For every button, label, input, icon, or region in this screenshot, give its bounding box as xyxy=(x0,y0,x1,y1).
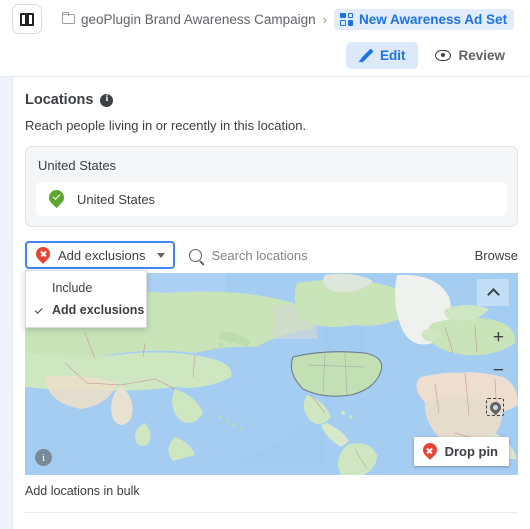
panel-icon xyxy=(20,12,34,26)
zoom-out-button[interactable]: − xyxy=(493,361,504,380)
drop-pin-button[interactable]: Drop pin xyxy=(413,437,509,466)
ad-set-location-editor: geoPlugin Brand Awareness Campaign › New… xyxy=(0,0,530,529)
map-info-badge[interactable]: i xyxy=(35,449,52,466)
page-title: Locations xyxy=(25,92,94,108)
breadcrumb-row: geoPlugin Brand Awareness Campaign › New… xyxy=(0,0,530,38)
tab-edit-label: Edit xyxy=(379,47,406,63)
footer-divider xyxy=(25,512,518,513)
info-icon[interactable]: i xyxy=(100,93,114,107)
map-zoom-controls: + − xyxy=(493,328,504,380)
locations-section: Locations i Reach people living in or re… xyxy=(13,77,530,529)
tab-review-label: Review xyxy=(458,47,505,63)
locations-subtitle: Reach people living in or recently in th… xyxy=(25,118,307,133)
tab-edit[interactable]: Edit xyxy=(345,41,419,69)
breadcrumb-separator-icon: › xyxy=(322,11,327,27)
sidebar-panel-toggle-button[interactable] xyxy=(12,4,42,34)
map-collapse-button[interactable] xyxy=(477,279,509,306)
menu-item-add-exclusions[interactable]: Add exclusions xyxy=(26,299,146,321)
checkmark-icon xyxy=(34,306,47,314)
tab-review[interactable]: Review xyxy=(422,42,518,69)
chevron-down-icon xyxy=(157,252,166,258)
search-input[interactable] xyxy=(211,247,467,263)
list-item-label: United States xyxy=(77,191,156,207)
locations-title-row: Locations i xyxy=(25,92,518,108)
breadcrumb-campaign[interactable]: geoPlugin Brand Awareness Campaign xyxy=(81,12,316,27)
adset-chip-label: New Awareness Ad Set xyxy=(359,11,508,27)
left-rail-strip xyxy=(0,77,12,529)
selected-locations-card: United States United States xyxy=(25,146,518,227)
menu-item-add-exclusions-label: Add exclusions xyxy=(52,303,145,317)
view-mode-tabs: Edit Review xyxy=(345,38,518,72)
search-icon xyxy=(189,248,203,262)
page-header: geoPlugin Brand Awareness Campaign › New… xyxy=(0,0,530,77)
green-location-pin-icon xyxy=(45,186,68,209)
breadcrumb: geoPlugin Brand Awareness Campaign › New… xyxy=(61,8,515,30)
breadcrumb-adset-chip[interactable]: New Awareness Ad Set xyxy=(334,8,515,30)
browse-button[interactable]: Browse xyxy=(475,248,518,263)
exclusions-dropdown-menu: Include Add exclusions xyxy=(25,270,147,328)
selected-locations-card-title: United States xyxy=(38,158,117,173)
chevron-up-icon xyxy=(486,287,500,301)
exclusion-pin-icon xyxy=(33,243,53,264)
drop-pin-label: Drop pin xyxy=(444,444,498,459)
location-controls-row: Add exclusions Browse Include Add exclus… xyxy=(25,240,518,328)
drop-pin-icon xyxy=(419,440,440,460)
menu-item-include-label: Include xyxy=(52,281,93,295)
zoom-in-button[interactable]: + xyxy=(493,328,504,347)
grid-squares-icon xyxy=(340,12,353,26)
location-search xyxy=(189,247,467,263)
folder-icon xyxy=(61,11,75,24)
add-exclusions-dropdown-button[interactable]: Add exclusions xyxy=(25,241,176,269)
add-locations-in-bulk-link[interactable]: Add locations in bulk xyxy=(25,484,140,498)
eye-icon xyxy=(435,49,452,61)
add-exclusions-label: Add exclusions xyxy=(58,247,146,263)
my-location-icon[interactable] xyxy=(486,398,504,416)
pencil-icon xyxy=(359,48,373,62)
list-item[interactable]: United States xyxy=(36,182,507,216)
menu-item-include[interactable]: Include xyxy=(26,277,146,299)
